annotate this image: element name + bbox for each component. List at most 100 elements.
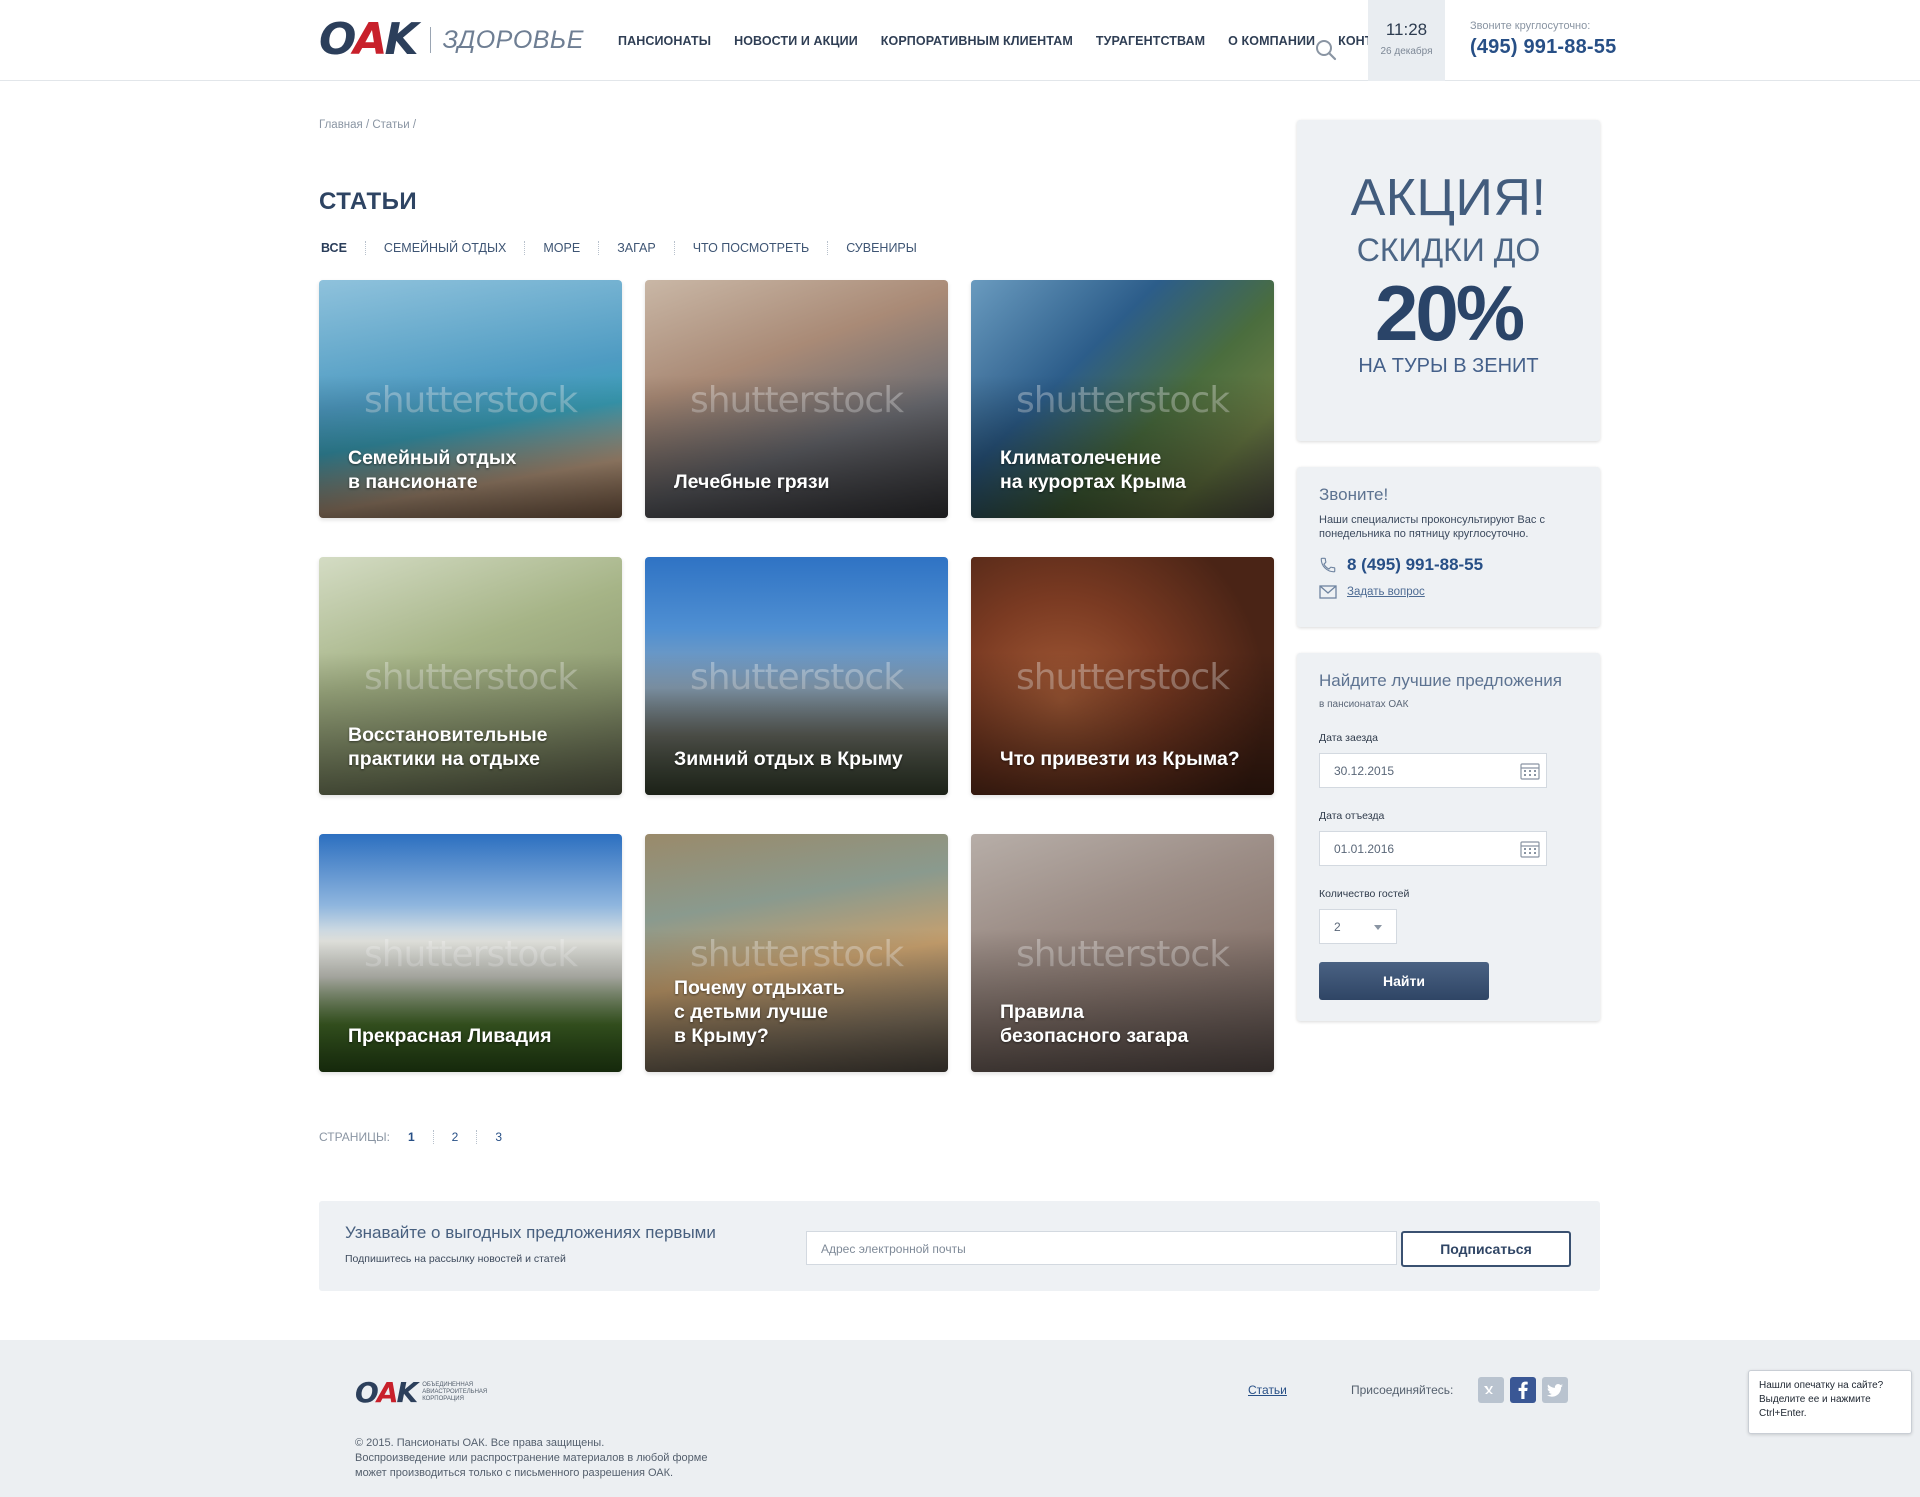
promo-discount-label: СКИДКИ ДО [1356,232,1541,268]
breadcrumb[interactable]: Главная / Статьи / [319,119,416,131]
typo-notice: Нашли опечатку на сайте? Выделите ее и н… [1748,1370,1912,1434]
call-phone[interactable]: 8 (495) 991-88-55 [1319,555,1578,575]
logo-oak-text: OAK [319,14,419,65]
category-filters: ВСЕ СЕМЕЙНЫЙ ОТДЫХ МОРЕ ЗАГАР ЧТО ПОСМОТ… [319,241,935,255]
twitter-icon[interactable] [1542,1377,1568,1403]
calendar-icon[interactable] [1520,762,1540,780]
ask-question-link[interactable]: Задать вопрос [1319,585,1578,599]
copyright-line: © 2015. Пансионаты ОАК. Все права защище… [355,1437,605,1449]
site-footer: OAK ОБЪЕДИНЕННАЯ АВИАСТРОИТЕЛЬНАЯ КОРПОР… [0,1340,1920,1497]
nav-item-agencies[interactable]: ТУРАГЕНТСТВАМ [1096,34,1205,48]
newsletter-text: Подпишитесь на рассылку новостей и стате… [345,1253,566,1265]
page-title: СТАТЬИ [319,188,418,215]
footer-logo-corp: ОБЪЕДИНЕННАЯ АВИАСТРОИТЕЛЬНАЯ КОРПОРАЦИЯ [422,1382,488,1402]
filter-souvenirs[interactable]: СУВЕНИРЫ [827,241,935,255]
typo-line: Ctrl+Enter. [1759,1408,1807,1419]
pagination-label: СТРАНИЦЫ: [319,1130,390,1144]
article-card[interactable]: shutterstock Почему отдыхать с детьми лу… [645,834,948,1072]
article-card[interactable]: shutterstock Лечебные грязи [645,280,948,518]
article-card[interactable]: shutterstock Восстановительные практики … [319,557,622,795]
search-icon[interactable] [1314,38,1338,62]
article-title: Почему отдыхать с детьми лучше в Крыму? [674,977,845,1047]
calendar-icon[interactable] [1520,840,1540,858]
offer-finder: Найдите лучшие предложения в пансионатах… [1297,653,1600,1021]
typo-line: Выделите ее и нажмите [1759,1394,1871,1405]
nav-item-corporate[interactable]: КОРПОРАТИВНЫМ КЛИЕНТАМ [881,34,1073,48]
call-box: Звоните! Наши специалисты проконсультиру… [1297,467,1600,627]
article-title: Прекрасная Ливадия [348,1025,552,1047]
article-card[interactable]: shutterstock Прекрасная Ливадия [319,834,622,1072]
copyright-line: может производиться только с письменного… [355,1467,674,1479]
subscribe-button[interactable]: Подписаться [1401,1231,1571,1267]
call-text: Наши специалисты проконсультируют Вас с … [1319,514,1545,540]
guests-label: Количество гостей [1319,888,1410,900]
copyright: © 2015. Пансионаты ОАК. Все права защище… [355,1436,707,1481]
footer-logo[interactable]: OAK ОБЪЕДИНЕННАЯ АВИАСТРОИТЕЛЬНАЯ КОРПОР… [355,1376,488,1409]
newsletter-title: Узнавайте о выгодных предложениях первым… [345,1223,716,1242]
newsletter-block: Узнавайте о выгодных предложениях первым… [319,1201,1600,1291]
filter-tan[interactable]: ЗАГАР [598,241,674,255]
phone-icon [1319,556,1341,574]
article-card[interactable]: shutterstock Зимний отдых в Крыму [645,557,948,795]
typo-line: Нашли опечатку на сайте? [1759,1380,1884,1391]
social-label: Присоединяйтесь: [1351,1383,1454,1397]
checkout-date-field[interactable]: 01.01.2016 [1319,831,1547,866]
promo-discount-value: 20% [1374,269,1525,357]
copyright-line: Воспроизведение или распространение мате… [355,1452,708,1464]
site-logo[interactable]: OAK ЗДОРОВЬЕ [319,14,584,65]
find-button[interactable]: Найти [1319,962,1489,1000]
article-title: Зимний отдых в Крыму [674,748,903,770]
site-header: OAK ЗДОРОВЬЕ ПАНСИОНАТЫ НОВОСТИ И АКЦИИ … [0,0,1920,81]
finder-title: Найдите лучшие предложения [1319,671,1562,690]
checkin-date-field[interactable]: 30.12.2015 [1319,753,1547,788]
main-nav: ПАНСИОНАТЫ НОВОСТИ И АКЦИИ КОРПОРАТИВНЫМ… [618,0,1432,81]
nav-item-about[interactable]: О КОМПАНИИ [1228,34,1315,48]
vk-icon[interactable] [1478,1377,1504,1403]
filter-family[interactable]: СЕМЕЙНЫЙ ОТДЫХ [364,241,524,255]
article-card[interactable]: shutterstock Климатолечение на курортах … [971,280,1274,518]
footer-link-articles[interactable]: Статьи [1248,1383,1287,1397]
article-title: Лечебные грязи [674,471,830,493]
clock-widget: 11:28 26 декабря [1368,0,1445,81]
nav-item-resorts[interactable]: ПАНСИОНАТЫ [618,34,711,48]
call-phone-number: 8 (495) 991-88-55 [1347,555,1484,574]
logo-subtitle: ЗДОРОВЬЕ [442,25,584,54]
current-time: 11:28 [1385,20,1428,39]
article-title: Правила безопасного загара [1000,1001,1189,1047]
checkout-label: Дата отъезда [1319,810,1385,822]
promo-headline: АКЦИЯ! [1350,169,1547,227]
email-input[interactable]: Адрес электронной почты [806,1231,1397,1265]
article-title: Что привезти из Крыма? [1000,748,1240,770]
chevron-down-icon [1374,925,1382,930]
page-link-1[interactable]: 1 [400,1130,433,1144]
current-date: 26 декабря [1380,46,1433,57]
call-title: Звоните! [1319,485,1389,504]
article-title: Семейный отдых в пансионате [348,447,517,493]
article-card[interactable]: shutterstock Семейный отдых в пансионате [319,280,622,518]
phone-label: Звоните круглосуточно: [1470,20,1591,32]
header-phone: Звоните круглосуточно: (495) 991-88-55 [1470,20,1616,59]
finder-subtitle: в пансионатах ОАК [1319,699,1409,710]
page-link-3[interactable]: 3 [476,1130,520,1144]
article-card[interactable]: shutterstock Что привезти из Крыма? [971,557,1274,795]
checkin-date-value: 30.12.2015 [1334,764,1395,778]
filter-sea[interactable]: МОРЕ [524,241,598,255]
promo-banner[interactable]: АКЦИЯ! СКИДКИ ДО 20% НА ТУРЫ В ЗЕНИТ [1297,120,1600,441]
facebook-icon[interactable] [1510,1377,1536,1403]
article-card[interactable]: shutterstock Правила безопасного загара [971,834,1274,1072]
guests-value: 2 [1334,920,1341,934]
guests-select[interactable]: 2 [1319,909,1397,944]
phone-number[interactable]: (495) 991-88-55 [1470,36,1616,59]
nav-item-news[interactable]: НОВОСТИ И АКЦИИ [734,34,858,48]
checkout-date-value: 01.01.2016 [1334,842,1395,856]
page-link-2[interactable]: 2 [432,1130,477,1144]
promo-subtitle: НА ТУРЫ В ЗЕНИТ [1358,355,1539,377]
filter-sights[interactable]: ЧТО ПОСМОТРЕТЬ [673,241,827,255]
filter-all[interactable]: ВСЕ [319,241,365,255]
pagination: СТРАНИЦЫ: 1 2 3 [319,1130,520,1144]
ask-question-label: Задать вопрос [1347,586,1425,598]
footer-logo-oak: OAK [355,1376,418,1409]
checkin-label: Дата заезда [1319,732,1378,744]
article-title: Климатолечение на курортах Крыма [1000,447,1187,493]
article-title: Восстановительные практики на отдыхе [348,724,548,770]
